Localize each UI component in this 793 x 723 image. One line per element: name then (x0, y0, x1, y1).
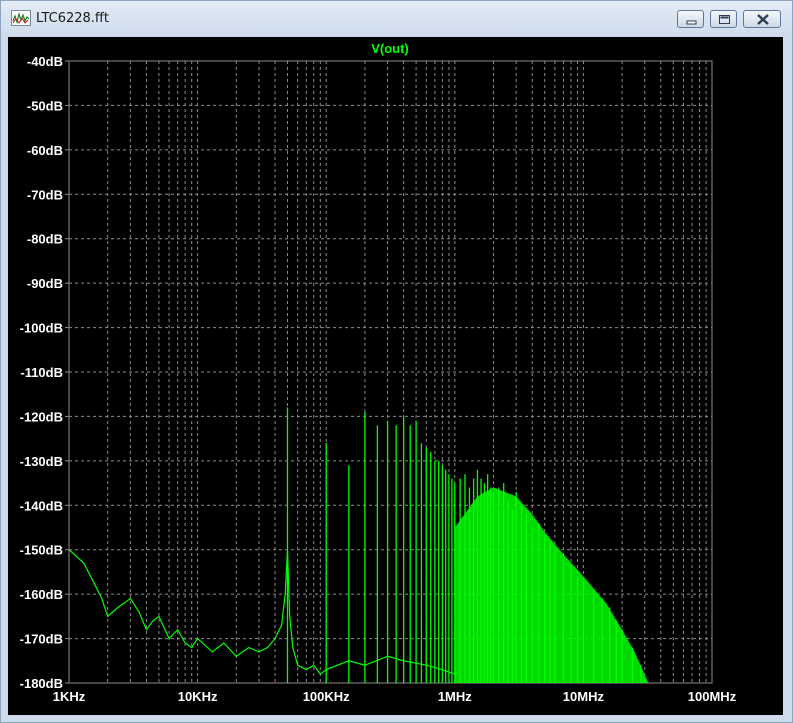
grid-lines (68, 60, 713, 684)
noise-floor-line (68, 549, 455, 675)
title-bar[interactable]: LTC6228.fft (1, 1, 792, 37)
maximize-icon (719, 15, 730, 24)
fft-window: LTC6228.fft V(out) -40dB -50dB -60dB -70dB -… (0, 0, 793, 723)
y-tick-label: -120dB (20, 409, 63, 424)
y-tick-label: -170dB (20, 632, 63, 647)
plot-area[interactable]: V(out) -40dB -50dB -60dB -70dB -80dB -90dB -10… (8, 37, 783, 715)
y-tick-label: -160dB (20, 587, 63, 602)
y-tick-label: -130dB (20, 454, 63, 469)
y-tick-label: -150dB (20, 543, 63, 558)
y-tick-label: -50dB (27, 98, 63, 113)
x-tick-label: 10KHz (178, 689, 218, 704)
y-tick-label: -90dB (27, 276, 63, 291)
y-tick-label: -40dB (27, 54, 63, 69)
trace-v-out (68, 407, 649, 683)
close-icon (757, 14, 769, 25)
y-tick-label: -80dB (27, 232, 63, 247)
x-tick-label: 10MHz (563, 689, 605, 704)
y-tick-label: -140dB (20, 498, 63, 513)
y-tick-label: -110dB (20, 365, 63, 380)
x-tick-label: 1MHz (438, 689, 472, 704)
x-tick-label: 100KHz (303, 689, 350, 704)
minimize-button[interactable] (677, 10, 704, 28)
x-tick-label: 1KHz (53, 689, 86, 704)
x-tick-label: 100MHz (688, 689, 737, 704)
chart-title: V(out) (371, 41, 409, 56)
close-button[interactable] (743, 10, 781, 28)
maximize-button[interactable] (710, 10, 737, 28)
fft-chart[interactable]: V(out) -40dB -50dB -60dB -70dB -80dB -90dB -10… (8, 37, 783, 715)
y-tick-label: -70dB (27, 187, 63, 202)
y-tick-label: -60dB (27, 143, 63, 158)
window-title: LTC6228.fft (36, 11, 109, 26)
waveform-viewer-icon (11, 10, 31, 26)
y-tick-label: -100dB (20, 321, 63, 336)
axis-tick-labels: -40dB -50dB -60dB -70dB -80dB -90dB -100dB -110… (20, 54, 737, 704)
minimize-icon (686, 20, 697, 25)
